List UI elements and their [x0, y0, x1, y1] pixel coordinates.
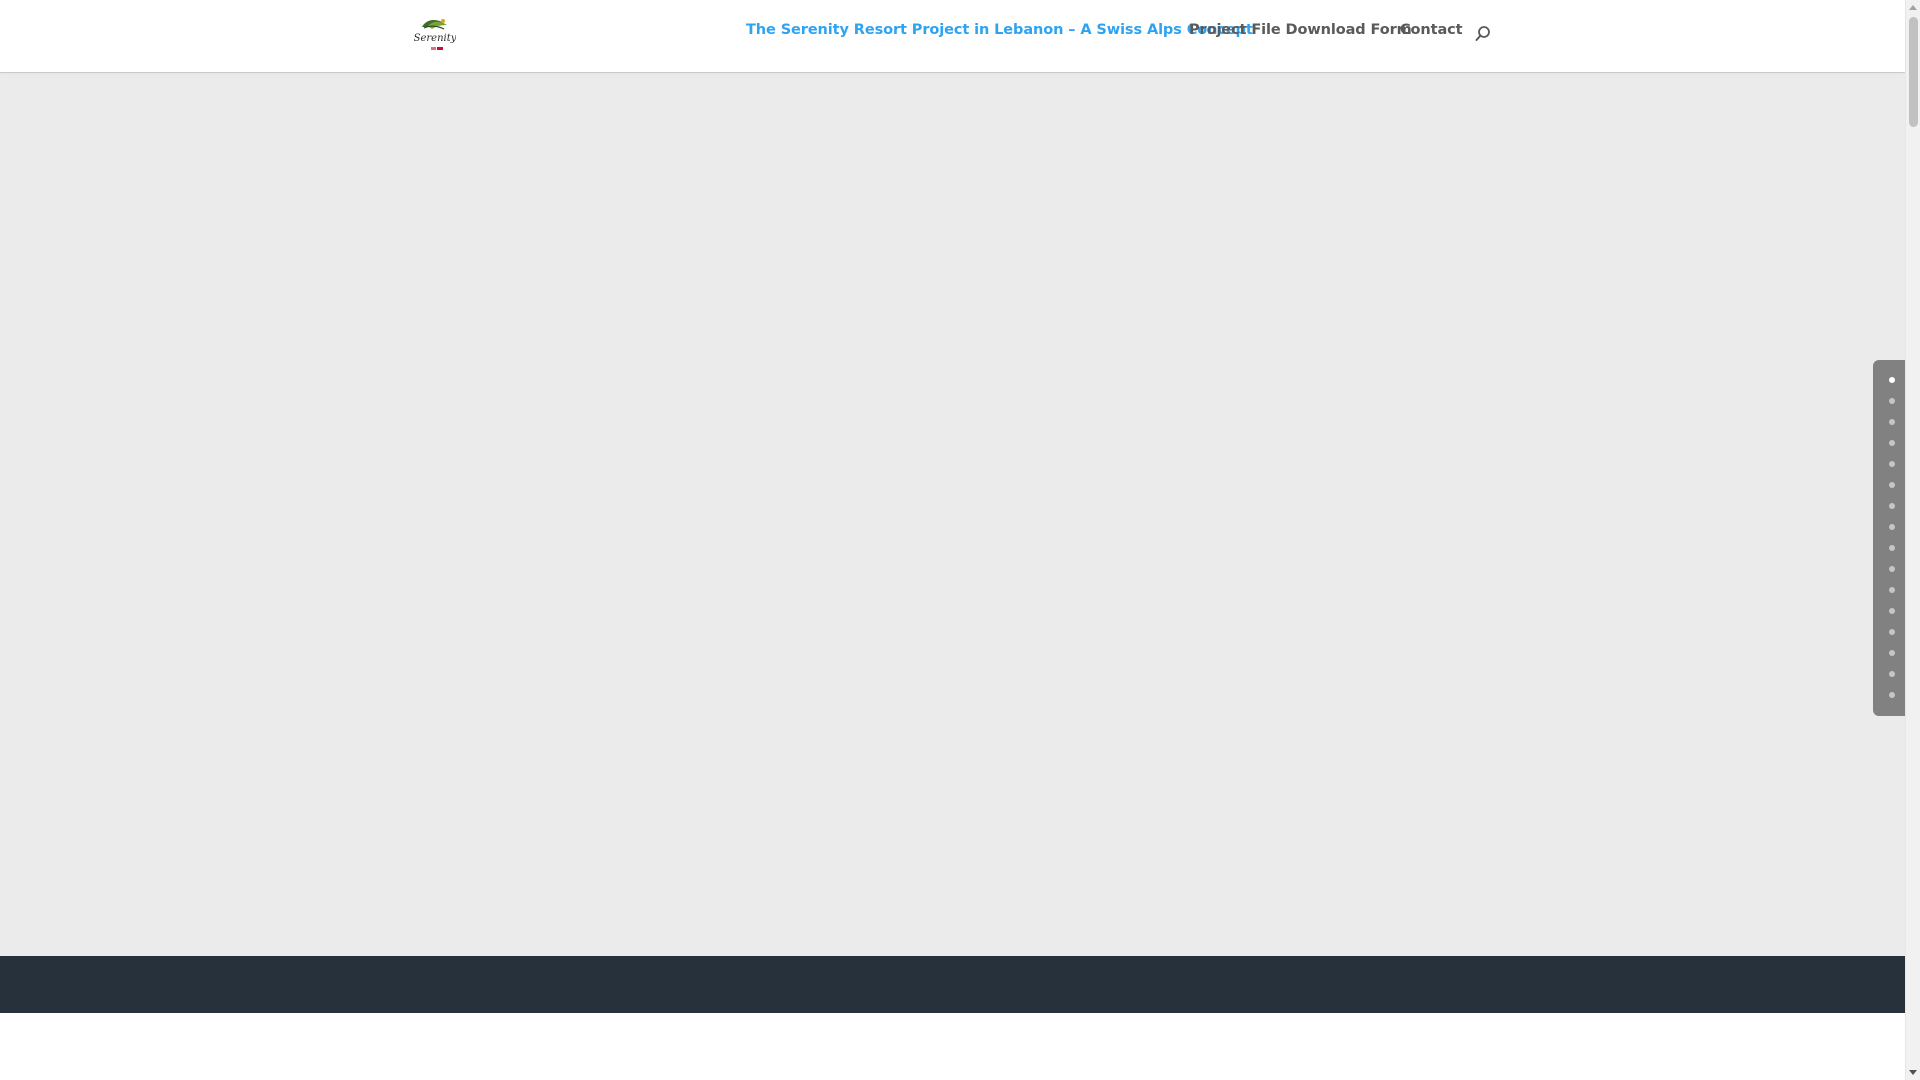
- nav-link-serenity-resort-project[interactable]: The Serenity Resort Project in Lebanon –…: [746, 22, 1253, 38]
- side-dot-navigation: [1873, 360, 1905, 716]
- search-icon[interactable]: [1474, 25, 1492, 43]
- section-dot-5[interactable]: [1889, 461, 1895, 467]
- scroll-up-arrow-icon[interactable]: [1909, 5, 1917, 10]
- nav-link-contact[interactable]: Contact: [1400, 22, 1463, 38]
- section-dot-13[interactable]: [1889, 629, 1895, 635]
- section-dot-6[interactable]: [1889, 482, 1895, 488]
- section-dot-2[interactable]: [1889, 398, 1895, 404]
- section-dot-8[interactable]: [1889, 524, 1895, 530]
- section-dot-7[interactable]: [1889, 503, 1895, 509]
- site-logo[interactable]: Serenity: [414, 15, 457, 55]
- vertical-scrollbar[interactable]: [1905, 0, 1920, 1080]
- section-dot-4[interactable]: [1889, 440, 1895, 446]
- section-dot-15[interactable]: [1889, 671, 1895, 677]
- serenity-logo-icon: Serenity: [414, 19, 457, 50]
- section-dot-12[interactable]: [1889, 608, 1895, 614]
- section-dot-1[interactable]: [1889, 377, 1895, 383]
- page-viewport: Serenity The Serenity Resort Project in …: [0, 0, 1905, 1080]
- section-dot-11[interactable]: [1889, 587, 1895, 593]
- hero-section: [0, 72, 1905, 956]
- site-header: Serenity The Serenity Resort Project in …: [0, 0, 1905, 72]
- scroll-down-arrow-icon[interactable]: [1909, 1070, 1917, 1075]
- section-dot-14[interactable]: [1889, 650, 1895, 656]
- scrollbar-thumb[interactable]: [1909, 17, 1918, 127]
- logo-wordmark: Serenity: [414, 33, 456, 44]
- section-dot-10[interactable]: [1889, 566, 1895, 572]
- section-dot-16[interactable]: [1889, 692, 1895, 698]
- nav-link-project-file-download-form[interactable]: Project File Download Form: [1189, 22, 1412, 38]
- section-dot-3[interactable]: [1889, 419, 1895, 425]
- dark-band-section: [0, 956, 1905, 1013]
- section-dot-9[interactable]: [1889, 545, 1895, 551]
